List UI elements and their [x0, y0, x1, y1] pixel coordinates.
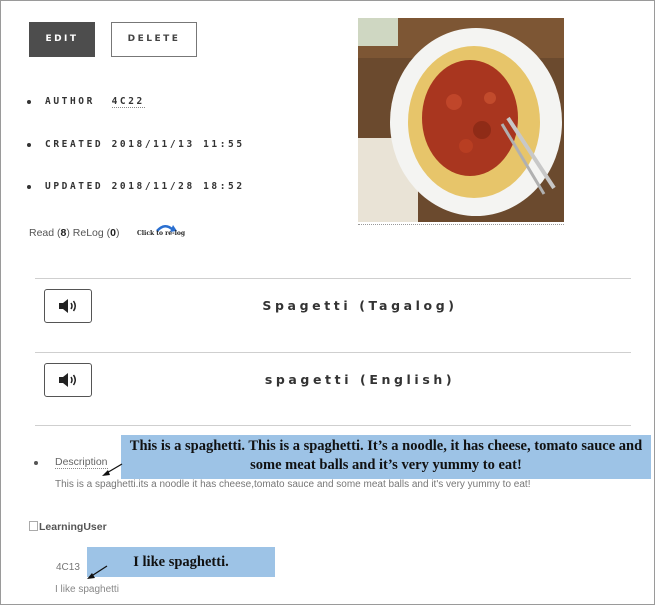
updated-label: UPDATED — [45, 181, 104, 192]
bullet-icon — [27, 184, 31, 189]
meta-created: CREATED 2018/11/13 11:55 — [27, 139, 245, 150]
updated-value: 2018/11/28 18:52 — [111, 181, 245, 192]
author-label: AUTHOR — [45, 96, 95, 107]
meta-updated: UPDATED 2018/11/28 18:52 — [27, 181, 245, 192]
broken-image-icon — [29, 521, 38, 531]
description-callout: This is a spaghetti. This is a spaghetti… — [121, 435, 651, 479]
delete-button[interactable]: DELETE — [111, 22, 197, 57]
speak-button-english[interactable] — [44, 363, 92, 397]
word-english: spagetti (English) — [264, 372, 456, 387]
bullet-icon — [27, 142, 31, 147]
divider — [35, 425, 631, 426]
comment-user-id[interactable]: 4C13 — [56, 562, 80, 573]
created-value: 2018/11/13 11:55 — [111, 139, 245, 150]
word-tagalog: Spagetti (Tagalog) — [262, 298, 458, 313]
arrow-icon — [102, 463, 123, 476]
relog-count: 0 — [110, 227, 117, 239]
comment-text: I like spaghetti — [55, 584, 119, 595]
created-label: CREATED — [45, 139, 104, 150]
relog-link[interactable]: Click to re-log — [137, 230, 185, 237]
speaker-icon — [59, 299, 76, 313]
read-stats: Read (8) ReLog (0) — [29, 227, 120, 239]
description-text: This is a spaghetti.its a noodle it has … — [55, 479, 531, 490]
speak-button-tagalog[interactable] — [44, 289, 92, 323]
divider — [35, 278, 631, 279]
photo-underline — [358, 224, 564, 225]
read-count: 8 — [60, 227, 67, 239]
read-label: Read — [29, 227, 55, 239]
comment-callout: I like spaghetti. — [87, 547, 275, 577]
bullet-icon — [34, 461, 38, 465]
bullet-icon — [27, 99, 31, 104]
meta-author: AUTHOR 4C22 — [27, 96, 145, 108]
user-avatar: LearningUser — [29, 521, 107, 533]
user-image-alt: LearningUser — [39, 521, 107, 533]
author-link[interactable]: 4C22 — [111, 96, 145, 108]
speaker-icon — [59, 373, 76, 387]
divider — [35, 352, 631, 353]
arrow-icon — [87, 565, 108, 579]
edit-button[interactable]: EDIT — [29, 22, 95, 57]
relog-label: ReLog — [72, 227, 104, 239]
spaghetti-photo — [358, 18, 564, 222]
